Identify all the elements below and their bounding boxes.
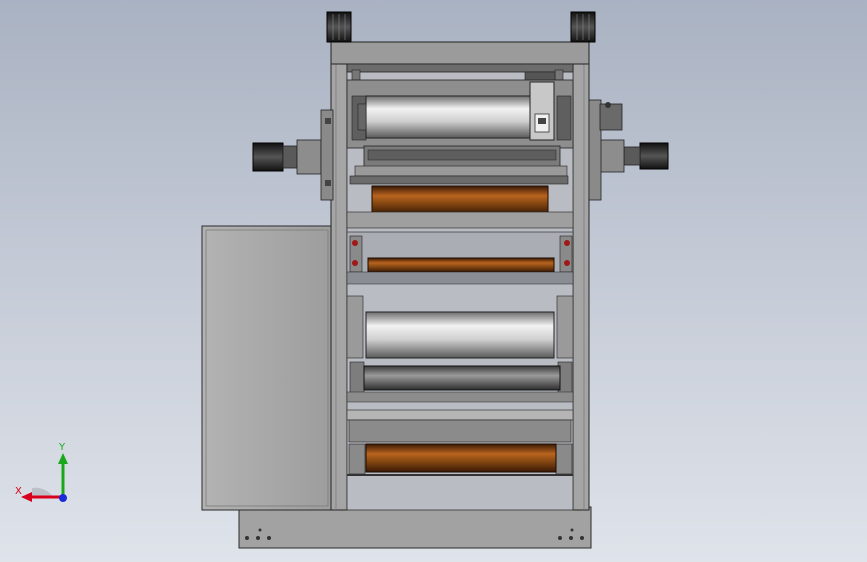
side-drive-right[interactable] (588, 99, 669, 201)
main-silver-roller[interactable] (365, 311, 555, 359)
machine-model[interactable] (0, 0, 867, 562)
top-motor-right[interactable] (570, 11, 596, 43)
base-plate[interactable] (238, 506, 592, 549)
coordinate-triad: X Y (10, 440, 80, 510)
electrical-cabinet[interactable] (201, 225, 333, 511)
top-motor-left[interactable] (326, 11, 352, 43)
copper-roller-3[interactable] (365, 443, 557, 473)
upper-silver-roller[interactable] (357, 95, 535, 139)
y-axis-label: Y (59, 442, 66, 453)
side-drive-left[interactable] (252, 109, 334, 201)
copper-roller-1[interactable] (371, 185, 549, 215)
graphics-viewport[interactable]: X Y (0, 0, 867, 562)
side-frame-right[interactable] (572, 39, 590, 511)
x-axis-label: X (15, 486, 22, 497)
control-box[interactable] (529, 81, 555, 141)
top-crossbeam[interactable] (330, 41, 590, 73)
dark-roller[interactable] (363, 365, 561, 391)
copper-roller-2[interactable] (367, 257, 555, 273)
z-axis-dot (59, 494, 67, 502)
